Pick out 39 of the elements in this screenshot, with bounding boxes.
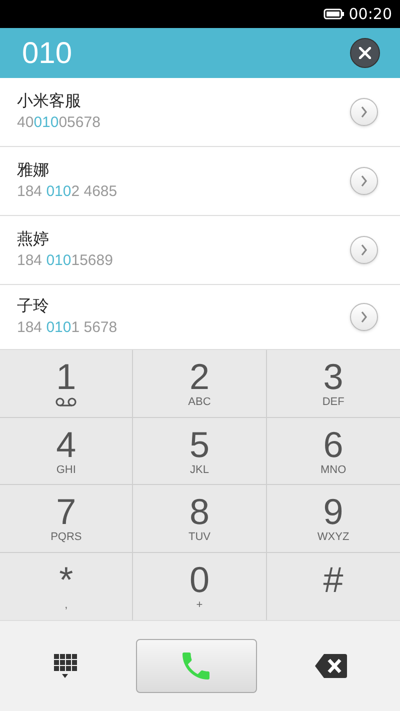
phone-number: 4001005678	[17, 113, 100, 133]
dial-key[interactable]: 5 JKL	[133, 418, 267, 485]
dial-key[interactable]: 4 GHI	[0, 418, 134, 485]
dial-key[interactable]: 3 DEF	[266, 350, 400, 418]
keypad-toggle-button[interactable]	[52, 652, 78, 680]
dial-key[interactable]: 1	[0, 350, 134, 418]
dial-key[interactable]: 2 ABC	[133, 350, 267, 418]
dial-key[interactable]: #	[266, 552, 400, 620]
backspace-icon	[314, 653, 348, 679]
phone-number: 184 0101 5678	[17, 318, 118, 338]
battery-icon	[322, 8, 345, 20]
phone-number: 184 01015689	[17, 251, 113, 271]
clear-button[interactable]	[350, 38, 380, 68]
phone-number: 184 0102 4685	[17, 182, 118, 202]
call-button[interactable]	[136, 639, 256, 693]
dial-key[interactable]: 6 MNO	[266, 418, 400, 485]
contact-row[interactable]: 燕婷 184 01015689	[0, 216, 400, 285]
contact-row[interactable]: 小米客服 4001005678	[0, 78, 400, 147]
details-button[interactable]	[350, 167, 378, 195]
contact-row[interactable]: 雅娜 184 0102 4685	[0, 147, 400, 216]
chevron-right-icon	[360, 311, 368, 323]
contact-name: 子玲	[17, 296, 50, 316]
close-icon	[359, 47, 371, 59]
backspace-button[interactable]	[314, 653, 348, 679]
clock: 00:20	[348, 4, 392, 25]
keypad-icon	[52, 652, 78, 680]
chevron-right-icon	[360, 175, 368, 187]
chevron-right-icon	[360, 244, 368, 256]
details-button[interactable]	[350, 303, 378, 331]
dial-key[interactable]: 7 PQRS	[0, 485, 134, 552]
voicemail-icon	[55, 397, 78, 407]
contact-name: 燕婷	[17, 229, 50, 249]
chevron-right-icon	[360, 106, 368, 118]
contact-name: 雅娜	[17, 160, 50, 180]
details-button[interactable]	[350, 236, 378, 264]
contact-name: 小米客服	[17, 91, 82, 111]
details-button[interactable]	[350, 98, 378, 126]
dial-key[interactable]: 8 TUV	[133, 485, 267, 552]
dial-key[interactable]: 9 WXYZ	[266, 485, 400, 552]
